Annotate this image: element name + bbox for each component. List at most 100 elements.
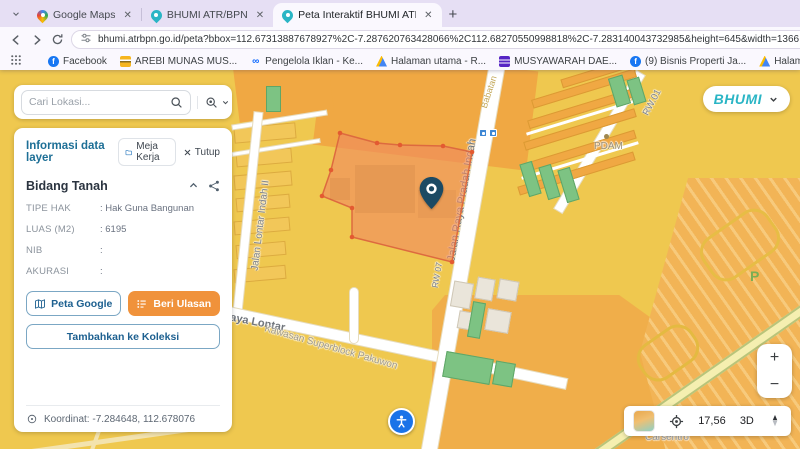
meja-kerja-label: Meja Kerja <box>136 141 169 163</box>
zoom-level-value[interactable]: 17,56 <box>698 415 726 427</box>
tab-search-icon[interactable] <box>6 4 26 24</box>
panel-title: Informasi data layer <box>26 140 118 164</box>
bookmark-pengelola-iklan[interactable]: ∞Pengelola Iklan - Ke... <box>250 56 363 67</box>
mode-3d-button[interactable]: 3D <box>740 415 754 427</box>
browser-chrome: Google Maps ✕ BHUMI ATR/BPN ✕ Peta Inter… <box>0 0 800 70</box>
folder-icon <box>125 147 132 158</box>
bookmark-label: (9) Bisnis Properti Ja... <box>645 56 746 67</box>
compass-icon[interactable] <box>768 414 782 428</box>
bhumi-icon <box>282 10 293 21</box>
url-text: bhumi.atrbpn.go.id/peta?bbox=112.6731388… <box>98 34 800 45</box>
site-icon <box>120 56 131 67</box>
advanced-search-button[interactable] <box>197 96 230 109</box>
facebook-icon: f <box>48 56 59 67</box>
info-panel: Informasi data layer Meja Kerja Tutup Bi… <box>14 128 232 432</box>
tambah-koleksi-label: Tambahkan ke Koleksi <box>67 331 179 343</box>
apps-grid-icon[interactable] <box>10 54 22 69</box>
site-icon <box>499 56 510 67</box>
field-row: LUAS (M2) : 6195 <box>26 224 220 235</box>
field-row: AKURASI : <box>26 266 220 277</box>
target-icon <box>26 413 38 425</box>
field-row: TIPE HAK : Hak Guna Bangunan <box>26 203 220 214</box>
accessibility-icon <box>394 414 409 429</box>
field-label: AKURASI <box>26 266 100 277</box>
bhumi-logo: BHUMI <box>714 91 762 107</box>
share-icon[interactable] <box>208 180 220 192</box>
search-advanced-icon <box>205 96 218 109</box>
koordinat-text: Koordinat: -7.284648, 112.678076 <box>44 414 195 425</box>
tutup-label: Tutup <box>195 147 220 158</box>
field-value: : Hak Guna Bangunan <box>100 203 194 214</box>
bhumi-icon <box>151 10 162 21</box>
bookmark-label: AREBI MUNAS MUS... <box>135 56 237 67</box>
location-pin-icon <box>418 176 445 210</box>
google-ads-icon <box>376 56 387 67</box>
tab-close-icon[interactable]: ✕ <box>424 10 432 21</box>
chevron-up-icon[interactable] <box>188 180 199 191</box>
tab-strip: Google Maps ✕ BHUMI ATR/BPN ✕ Peta Inter… <box>0 0 800 27</box>
peta-google-label: Peta Google <box>51 298 112 310</box>
reload-icon[interactable] <box>51 32 64 48</box>
address-bar[interactable]: bhumi.atrbpn.go.id/peta?bbox=112.6731388… <box>71 30 800 49</box>
field-label: NIB <box>26 245 100 256</box>
field-row: NIB : <box>26 245 220 256</box>
site-settings-icon[interactable] <box>80 31 92 49</box>
map-icon <box>34 298 46 310</box>
zoom-control: + − <box>757 344 792 398</box>
bookmark-halaman-utama-1[interactable]: Halaman utama - R... <box>376 56 486 67</box>
review-list-icon <box>136 298 148 310</box>
google-maps-icon <box>37 10 48 21</box>
tab-close-icon[interactable]: ✕ <box>256 10 264 21</box>
accessibility-button[interactable] <box>388 408 415 435</box>
chevron-down-icon <box>768 94 779 105</box>
section-title: Bidang Tanah <box>26 179 108 193</box>
bookmark-label: MUSYAWARAH DAE... <box>514 56 617 67</box>
zoom-in-button[interactable]: + <box>770 349 779 367</box>
chevron-down-icon <box>221 98 230 107</box>
peta-google-button[interactable]: Peta Google <box>26 291 121 316</box>
tab-label: Google Maps <box>53 9 115 21</box>
field-label: LUAS (M2) <box>26 224 100 235</box>
back-icon[interactable] <box>9 32 23 48</box>
map-canvas[interactable]: ➤ Jalan Lontar Indah II Jalan <box>0 70 800 449</box>
bookmark-facebook[interactable]: f Facebook <box>48 56 107 67</box>
tab-bhumi[interactable]: BHUMI ATR/BPN ✕ <box>142 3 273 27</box>
beri-ulasan-label: Beri Ulasan <box>153 298 211 310</box>
locate-icon[interactable] <box>669 414 684 429</box>
forward-icon[interactable] <box>30 32 44 48</box>
new-tab-button[interactable]: + <box>449 6 458 23</box>
bookmark-label: Halaman utama - R... <box>774 56 800 67</box>
search-icon <box>170 96 183 109</box>
map-control-bar: 17,56 3D <box>624 406 791 436</box>
coordinate-footer: Koordinat: -7.284648, 112.678076 <box>26 405 220 425</box>
search-field[interactable] <box>21 90 191 115</box>
browser-toolbar: bhumi.atrbpn.go.id/peta?bbox=112.6731388… <box>0 27 800 52</box>
bookmark-bisnis-properti[interactable]: f(9) Bisnis Properti Ja... <box>630 56 746 67</box>
field-label: TIPE HAK <box>26 203 100 214</box>
bookmarks-bar: f Facebook AREBI MUNAS MUS... ∞Pengelola … <box>0 52 800 70</box>
tab-google-maps[interactable]: Google Maps ✕ <box>28 3 141 27</box>
bookmark-label: Halaman utama - R... <box>391 56 486 67</box>
beri-ulasan-button[interactable]: Beri Ulasan <box>128 291 221 316</box>
tambahkan-koleksi-button[interactable]: Tambahkan ke Koleksi <box>26 324 220 349</box>
zoom-out-button[interactable]: − <box>770 376 779 394</box>
tab-label: BHUMI ATR/BPN <box>167 9 248 21</box>
bookmark-arebi[interactable]: AREBI MUNAS MUS... <box>120 56 237 67</box>
bhumi-menu-button[interactable]: BHUMI <box>703 86 790 112</box>
basemap-thumbnail[interactable] <box>633 410 655 432</box>
bookmark-label: Pengelola Iklan - Ke... <box>265 56 363 67</box>
meja-kerja-button[interactable]: Meja Kerja <box>118 138 176 166</box>
close-panel-button[interactable]: Tutup <box>183 147 220 158</box>
field-value: : 6195 <box>100 224 126 235</box>
tab-close-icon[interactable]: ✕ <box>123 10 131 21</box>
search-card <box>14 85 232 119</box>
bookmark-musyawarah[interactable]: MUSYAWARAH DAE... <box>499 56 617 67</box>
close-icon <box>183 148 192 157</box>
bookmark-halaman-utama-2[interactable]: Halaman utama - R... <box>759 56 800 67</box>
field-value: : <box>100 266 103 277</box>
field-value: : <box>100 245 103 256</box>
search-input[interactable] <box>29 96 164 108</box>
tab-peta-interaktif[interactable]: Peta Interaktif BHUMI ATR/BPN ✕ <box>273 3 441 27</box>
bookmark-label: Facebook <box>63 56 107 67</box>
tab-label: Peta Interaktif BHUMI ATR/BPN <box>298 9 416 21</box>
